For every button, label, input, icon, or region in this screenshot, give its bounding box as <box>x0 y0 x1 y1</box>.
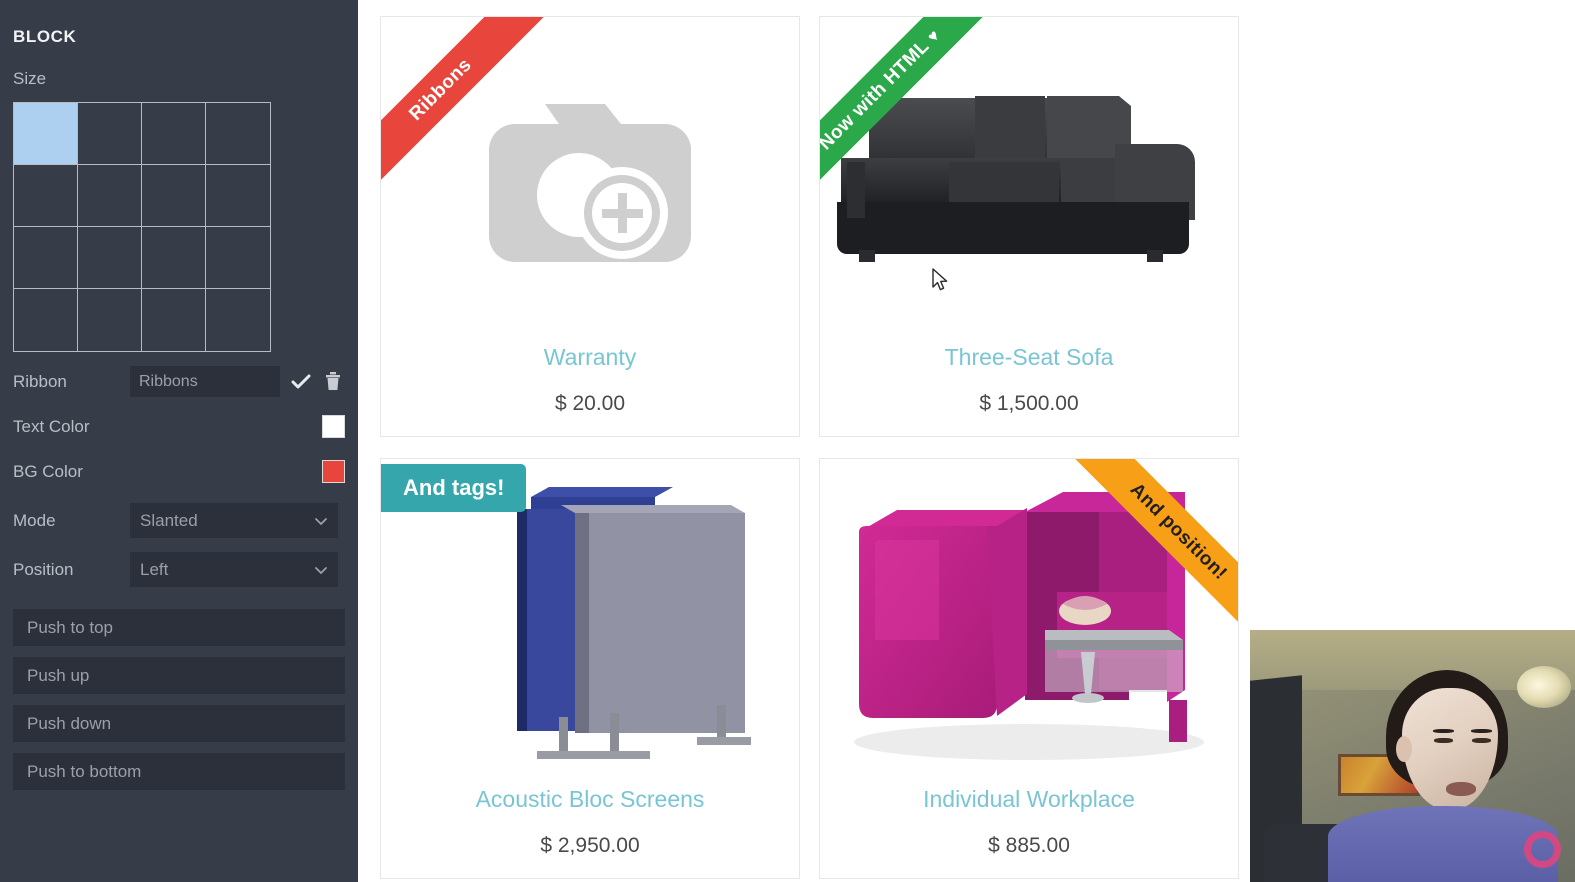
size-cell-1-3[interactable] <box>142 103 206 165</box>
chevron-down-icon <box>315 517 327 525</box>
mode-select[interactable]: Slanted <box>130 503 338 538</box>
ribbon-label: Ribbon <box>13 371 67 391</box>
product-name-link[interactable]: Three-Seat Sofa <box>820 344 1238 371</box>
block-options-sidebar: BLOCK Size Ribbon Ribbons Text Color BG … <box>0 0 358 882</box>
product-card[interactable]: Now with HTML ♥ Three-Seat Sofa $ 1,500.… <box>819 16 1239 437</box>
push-to-top-button[interactable]: Push to top <box>13 609 345 646</box>
product-name-link[interactable]: Acoustic Bloc Screens <box>381 786 799 813</box>
size-cell-3-3[interactable] <box>142 227 206 289</box>
size-cell-2-3[interactable] <box>142 165 206 227</box>
text-color-row: Text Color <box>13 406 345 447</box>
mode-select-value: Slanted <box>140 510 198 530</box>
mode-label: Mode <box>13 510 56 530</box>
size-cell-2-2[interactable] <box>78 165 142 227</box>
position-select-value: Left <box>140 559 169 579</box>
ribbon-text-input[interactable] <box>130 366 280 397</box>
size-cell-2-4[interactable] <box>206 165 270 227</box>
position-row: Position Left <box>13 549 345 590</box>
webcam-person-brow-right <box>1471 729 1492 733</box>
text-color-label: Text Color <box>13 416 90 436</box>
size-cell-4-2[interactable] <box>78 289 142 351</box>
size-cell-4-1[interactable] <box>14 289 78 351</box>
size-cell-3-2[interactable] <box>78 227 142 289</box>
bg-color-row: BG Color <box>13 451 345 492</box>
size-grid-selector[interactable] <box>13 102 271 352</box>
size-cell-1-1[interactable] <box>14 103 78 165</box>
webcam-person-eye-left <box>1434 738 1453 743</box>
product-tag[interactable]: And tags! <box>381 464 527 512</box>
product-name-link[interactable]: Warranty <box>381 344 799 371</box>
webcam-person-mouth <box>1446 782 1476 796</box>
chevron-down-icon <box>315 566 327 574</box>
webcam-lamp <box>1517 666 1571 708</box>
tag-text: And tags! <box>403 475 505 500</box>
product-price: $ 885.00 <box>988 834 1070 857</box>
size-cell-4-3[interactable] <box>142 289 206 351</box>
product-price: $ 2,950.00 <box>540 834 640 857</box>
product-card[interactable]: And tags! Acoustic Bloc Screens $ 2,950.… <box>380 458 800 879</box>
size-cell-4-4[interactable] <box>206 289 270 351</box>
image-placeholder-camera-icon <box>475 82 705 272</box>
push-up-button[interactable]: Push up <box>13 657 345 694</box>
app-root: BLOCK Size Ribbon Ribbons Text Color BG … <box>0 0 1575 882</box>
product-card[interactable]: Ribbons Warranty $ 20.00 <box>380 16 800 437</box>
product-price: $ 1,500.00 <box>979 392 1079 415</box>
panel-title: BLOCK <box>13 27 77 46</box>
bg-color-swatch[interactable] <box>322 460 345 483</box>
size-cell-1-4[interactable] <box>206 103 270 165</box>
webcam-record-badge-icon <box>1524 831 1561 868</box>
product-name-link[interactable]: Individual Workplace <box>820 786 1238 813</box>
acoustic-screens-illustration <box>425 469 755 769</box>
size-cell-3-1[interactable] <box>14 227 78 289</box>
push-to-bottom-button[interactable]: Push to bottom <box>13 753 345 790</box>
webcam-person-ear <box>1396 736 1412 762</box>
size-cell-1-2[interactable] <box>78 103 142 165</box>
mode-row: Mode Slanted <box>13 500 345 541</box>
bg-color-label: BG Color <box>13 461 83 481</box>
size-cell-2-1[interactable] <box>14 165 78 227</box>
webcam-person-eye-right <box>1472 738 1491 743</box>
text-color-swatch[interactable] <box>322 415 345 438</box>
push-down-button[interactable]: Push down <box>13 705 345 742</box>
push-button-group: Push to top Push up Push down Push to bo… <box>13 609 345 790</box>
ribbon-row: Ribbon <box>13 361 345 402</box>
position-select[interactable]: Left <box>130 552 338 587</box>
product-price: $ 20.00 <box>554 392 626 415</box>
heart-icon: ♥ <box>924 27 944 47</box>
presenter-webcam-feed <box>1250 630 1575 882</box>
trash-icon[interactable] <box>322 370 346 394</box>
check-icon[interactable] <box>289 370 313 394</box>
position-label: Position <box>13 559 74 579</box>
size-label: Size <box>13 69 47 88</box>
product-card[interactable]: And position! Individual Workplace $ 885… <box>819 458 1239 879</box>
size-cell-3-4[interactable] <box>206 227 270 289</box>
webcam-person-brow-left <box>1433 729 1454 733</box>
webcam-person-shirt <box>1328 806 1558 882</box>
